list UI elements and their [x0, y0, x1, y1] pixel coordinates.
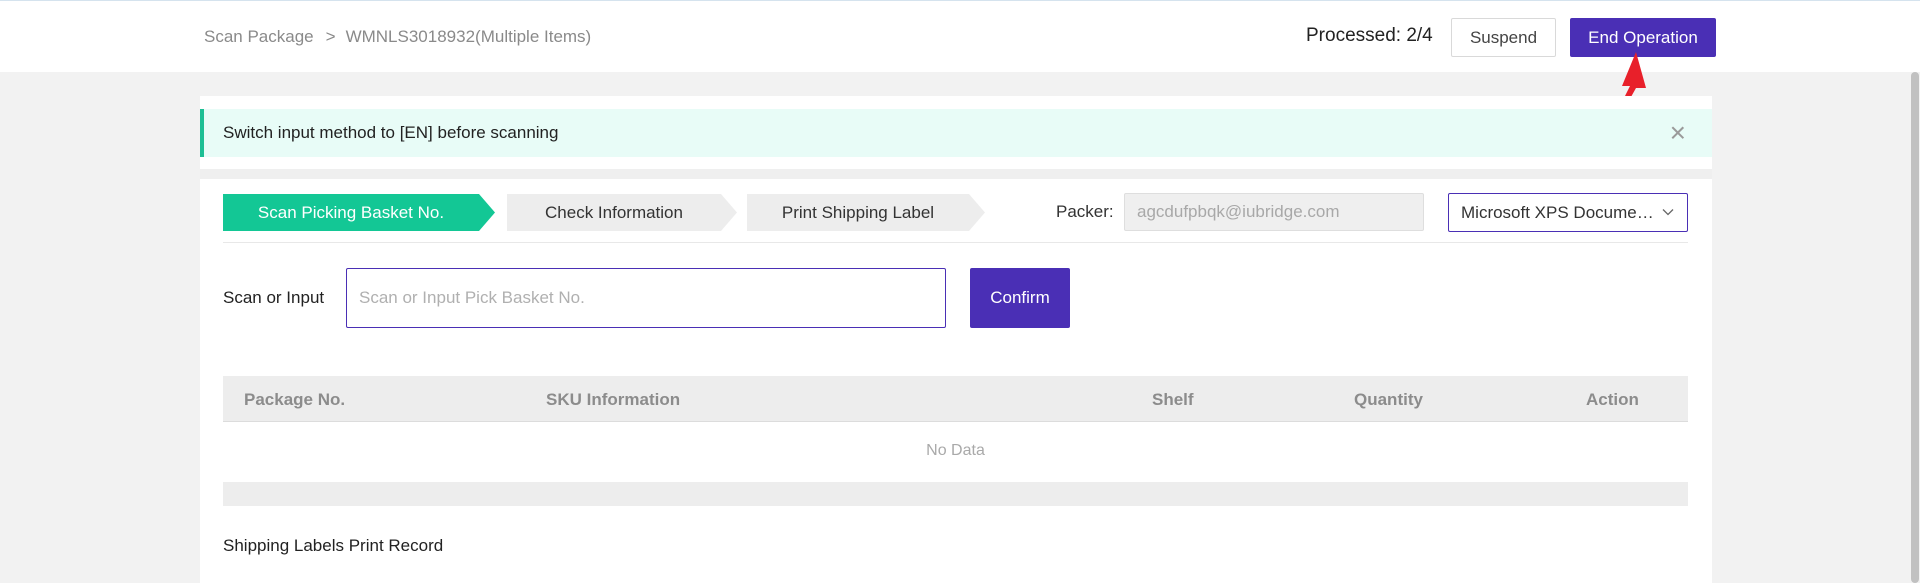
step-check-information: Check Information — [507, 194, 737, 231]
processed-count: Processed: 2/4 — [1306, 25, 1433, 46]
column-shelf: Shelf — [1152, 390, 1194, 409]
close-icon[interactable]: × — [1670, 119, 1686, 147]
breadcrumb-current: WMNLS3018932(Multiple Items) — [345, 27, 592, 46]
chevron-down-icon — [1662, 209, 1674, 216]
scrollbar-thumb[interactable] — [1911, 72, 1919, 583]
packer-field — [1124, 193, 1424, 231]
notice-text: Switch input method to [EN] before scann… — [223, 123, 559, 142]
printer-select-value: Microsoft XPS Document Writer — [1461, 202, 1659, 222]
section-divider — [200, 169, 1712, 179]
table-footer — [223, 482, 1688, 506]
scan-label: Scan or Input — [223, 288, 325, 307]
main-card: Switch input method to [EN] before scann… — [200, 96, 1712, 583]
scrollbar[interactable] — [1910, 72, 1920, 583]
step-print-shipping-label: Print Shipping Label — [747, 194, 985, 231]
print-record-title: Shipping Labels Print Record — [223, 536, 444, 555]
column-package-no: Package No. — [244, 390, 346, 409]
breadcrumb-root[interactable]: Scan Package — [204, 27, 314, 47]
divider — [223, 242, 1688, 243]
packer-label: Packer: — [1056, 202, 1114, 221]
notice-banner: Switch input method to [EN] before scann… — [200, 109, 1712, 157]
breadcrumb-separator: > — [325, 27, 336, 46]
confirm-button[interactable]: Confirm — [970, 268, 1070, 328]
column-quantity: Quantity — [1354, 390, 1423, 409]
scan-input[interactable] — [346, 268, 946, 328]
step-scan-picking-basket: Scan Picking Basket No. — [223, 194, 495, 231]
breadcrumb: Scan Package > WMNLS3018932(Multiple Ite… — [204, 27, 591, 47]
table-header: Package No. SKU Information Shelf Quanti… — [223, 376, 1688, 422]
column-action: Action — [1586, 390, 1639, 409]
suspend-button[interactable]: Suspend — [1451, 18, 1556, 57]
printer-select[interactable]: Microsoft XPS Document Writer — [1448, 193, 1688, 232]
table-empty-state: No Data — [926, 442, 985, 459]
column-sku-information: SKU Information — [546, 390, 681, 409]
